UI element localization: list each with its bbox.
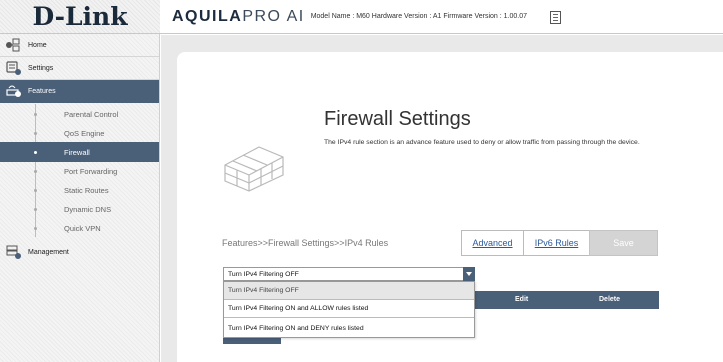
sidebar-item-dynamic-dns[interactable]: Dynamic DNS <box>0 199 159 219</box>
chevron-down-icon[interactable] <box>463 267 475 281</box>
sidebar-item-settings[interactable]: Settings <box>0 57 159 80</box>
sub-item-label: Parental Control <box>64 109 119 119</box>
sidebar: Home Settings Features Parental Control … <box>0 34 160 362</box>
sidebar-item-firewall[interactable]: Firewall <box>0 142 159 162</box>
aquila-brand: AQUILA PRO AI <box>172 8 305 26</box>
save-button[interactable]: Save <box>589 230 658 256</box>
sidebar-item-management[interactable]: Management <box>0 241 159 264</box>
top-bar: AQUILA PRO AI Model Name : M60 Hardware V… <box>160 0 723 34</box>
sidebar-item-label: Management <box>28 249 69 256</box>
edit-column-header: Edit <box>515 296 529 303</box>
sidebar-item-parental-control[interactable]: Parental Control <box>0 104 159 124</box>
settings-icon <box>6 61 21 75</box>
delete-column-header: Delete <box>599 296 621 303</box>
breadcrumb: Features>>Firewall Settings>>IPv4 Rules <box>222 238 389 248</box>
action-tabs: Advanced IPv6 Rules Save <box>461 230 658 256</box>
filter-option-deny[interactable]: Turn IPv4 Filtering ON and DENY rules li… <box>224 319 474 337</box>
sidebar-item-static-routes[interactable]: Static Routes <box>0 180 159 200</box>
features-icon <box>6 85 21 97</box>
sidebar-item-label: Home <box>28 41 47 49</box>
table-header: Edit Delete <box>475 291 659 309</box>
dlink-logo: D-Link <box>32 2 128 31</box>
ipv4-filter-select[interactable]: Turn IPv4 Filtering OFF <box>223 267 475 281</box>
sidebar-item-port-forwarding[interactable]: Port Forwarding <box>0 161 159 181</box>
sidebar-item-features[interactable]: Features <box>0 80 159 103</box>
model-info: Model Name : M60 Hardware Version : A1 F… <box>310 13 528 20</box>
brand-pro: PRO AI <box>242 7 305 25</box>
sub-item-label: Quick VPN <box>64 223 101 233</box>
sidebar-item-home[interactable]: Home <box>0 34 159 57</box>
home-network-icon <box>6 38 20 52</box>
brand-main: AQUILA <box>172 7 243 25</box>
sub-item-label: Static Routes <box>64 185 109 195</box>
brick-wall-icon <box>224 146 284 192</box>
sub-item-label: Firewall <box>64 147 90 157</box>
ipv6-rules-link[interactable]: IPv6 Rules <box>523 230 589 256</box>
sub-item-label: Port Forwarding <box>64 166 118 176</box>
logo-area: D-Link <box>0 0 160 34</box>
sub-item-label: Dynamic DNS <box>64 204 112 214</box>
page-title: Firewall Settings <box>324 108 471 130</box>
filter-option-allow[interactable]: Turn IPv4 Filtering ON and ALLOW rules l… <box>224 300 474 318</box>
ipv4-filter-dropdown: Turn IPv4 Filtering OFF Turn IPv4 Filter… <box>223 281 475 338</box>
main-content: Firewall Settings The IPv4 rule section … <box>161 35 723 362</box>
sidebar-item-quick-vpn[interactable]: Quick VPN <box>0 218 159 238</box>
sidebar-item-qos-engine[interactable]: QoS Engine <box>0 123 159 143</box>
filter-option-off[interactable]: Turn IPv4 Filtering OFF <box>224 282 474 300</box>
sub-item-label: QoS Engine <box>64 128 105 138</box>
sidebar-item-label: Settings <box>28 64 54 72</box>
content-card: Firewall Settings The IPv4 rule section … <box>177 52 723 362</box>
advanced-link[interactable]: Advanced <box>461 230 523 256</box>
sidebar-item-label: Features <box>28 88 56 95</box>
page-description: The IPv4 rule section is an advance feat… <box>324 139 640 146</box>
document-icon[interactable] <box>550 11 561 24</box>
management-icon <box>6 245 21 259</box>
